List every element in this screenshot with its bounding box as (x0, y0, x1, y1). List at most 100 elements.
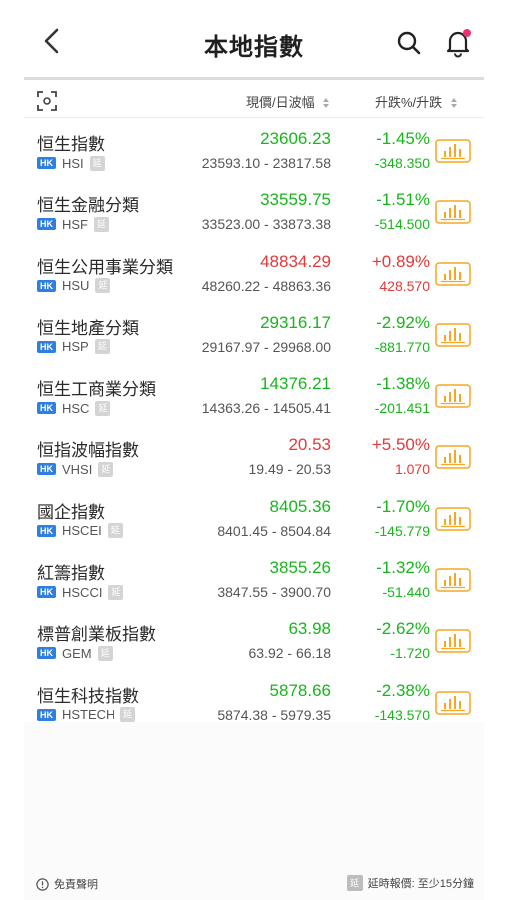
change-value: -201.451 (374, 400, 430, 417)
change-value: -145.779 (374, 522, 430, 539)
index-code-line: HK HSC 延 (37, 400, 111, 416)
bar-chart-icon[interactable] (435, 445, 471, 470)
bar-chart-icon[interactable] (435, 507, 471, 531)
market-badge: HK (37, 586, 56, 599)
index-name: 標普創業板指數 (37, 625, 156, 645)
sort-icon (450, 98, 457, 108)
index-row[interactable]: 國企指數 HK HSCEI 延 8405.36 8401.45 - 8504.8… (24, 490, 484, 551)
delay-badge: 延 (120, 707, 135, 723)
index-code: HSCEI (62, 523, 102, 539)
market-badge: HK (37, 463, 56, 476)
index-row[interactable]: 標普創業板指數 HK GEM 延 63.98 63.92 - 66.18 -2.… (24, 612, 484, 673)
index-row[interactable]: 恒生金融分類 HK HSF 延 33559.75 33523.00 - 3387… (24, 183, 484, 244)
change-value: 1.070 (394, 461, 430, 478)
index-code: HSI (62, 155, 84, 171)
day-range: 33523.00 - 33873.38 (201, 216, 331, 233)
index-code-line: HK HSU 延 (37, 278, 111, 294)
bar-chart-icon[interactable] (435, 323, 471, 347)
change-percent: -1.45% (376, 129, 430, 148)
day-range: 3847.55 - 3900.70 (217, 584, 331, 601)
index-list: 恒生指數 HK HSI 延 23606.23 23593.10 - 23817.… (24, 122, 484, 735)
bar-chart-icon[interactable] (435, 568, 471, 592)
change-percent: -2.62% (376, 619, 430, 639)
delay-badge: 延 (94, 216, 109, 232)
index-row[interactable]: 恒生指數 HK HSI 延 23606.23 23593.10 - 23817.… (24, 122, 484, 183)
index-code: HSTECH (62, 707, 114, 723)
current-price: 23606.23 (260, 129, 331, 148)
bar-chart-icon[interactable] (435, 200, 471, 225)
index-code-line: HK GEM 延 (37, 645, 113, 661)
bar-chart-icon[interactable] (435, 261, 471, 286)
current-price: 63.98 (288, 619, 331, 639)
market-badge: HK (37, 157, 56, 169)
sort-change-button[interactable]: 升跌%/升跌 (375, 92, 458, 111)
change-value: -51.440 (382, 584, 430, 601)
delay-badge: 延 (95, 400, 111, 416)
index-name: 恒生科技指數 (37, 686, 139, 706)
current-price: 3855.26 (269, 558, 331, 578)
column-header: 現價/日波幅 升跌%/升跌 (24, 82, 484, 118)
index-code-line: HK HSP 延 (37, 339, 110, 355)
market-badge: HK (37, 524, 56, 537)
market-badge: HK (37, 708, 56, 721)
bar-chart-icon[interactable] (435, 139, 471, 163)
day-range: 8401.45 - 8504.84 (217, 522, 331, 539)
market-badge: HK (37, 647, 56, 660)
app-screen: 本地指數 現價/日波幅 升跌%/升跌 恒生指數 HK HSI 延 23606.2… (24, 0, 484, 900)
change-value: -348.350 (374, 155, 430, 171)
index-code-line: HK HSCEI 延 (37, 523, 123, 539)
index-code: HSC (62, 400, 90, 416)
index-name: 恒指波幅指數 (37, 441, 139, 461)
change-percent: -1.70% (376, 496, 430, 516)
index-name: 恒生地產分類 (37, 318, 139, 338)
index-name: 恒生公用事業分類 (37, 257, 173, 277)
bell-icon[interactable] (444, 28, 472, 58)
scan-icon[interactable] (36, 90, 58, 112)
change-value: -1.720 (390, 645, 430, 662)
change-percent: -1.51% (376, 190, 430, 210)
index-row[interactable]: 恒生公用事業分類 HK HSU 延 48834.29 48260.22 - 48… (24, 245, 484, 306)
bar-chart-icon[interactable] (435, 690, 471, 715)
index-row[interactable]: 恒生工商業分類 HK HSC 延 14376.21 14363.26 - 145… (24, 367, 484, 428)
current-price: 5878.66 (269, 680, 331, 700)
bar-chart-icon[interactable] (435, 629, 471, 654)
day-range: 5874.38 - 5979.35 (217, 706, 331, 723)
index-name: 紅籌指數 (37, 564, 105, 584)
info-circle-icon (36, 877, 49, 891)
index-row[interactable]: 紅籌指數 HK HSCCI 延 3855.26 3847.55 - 3900.7… (24, 551, 484, 612)
delay-note-text: 延時報價: 至少15分鐘 (367, 878, 474, 890)
price-column-label: 現價/日波幅 (246, 95, 315, 110)
index-row[interactable]: 恒生地產分類 HK HSP 延 29316.17 29167.97 - 2996… (24, 306, 484, 367)
bar-chart-icon[interactable] (435, 384, 471, 408)
index-code: HSP (62, 339, 89, 355)
delay-badge: 延 (108, 584, 124, 600)
notification-dot (463, 29, 471, 37)
disclaimer-link[interactable]: 免責聲明 (36, 876, 98, 892)
index-code-line: HK HSI 延 (37, 155, 105, 171)
day-range: 29167.97 - 29968.00 (201, 338, 331, 355)
index-row[interactable]: 恒生科技指數 HK HSTECH 延 5878.66 5874.38 - 597… (24, 674, 484, 735)
change-percent: -1.38% (376, 374, 430, 394)
sort-icon (323, 98, 330, 108)
sort-price-button[interactable]: 現價/日波幅 (246, 92, 330, 111)
change-value: -143.570 (374, 706, 430, 723)
day-range: 14363.26 - 14505.41 (201, 400, 331, 417)
delay-badge: 延 (97, 645, 113, 661)
search-icon[interactable] (396, 30, 422, 56)
delay-badge: 延 (89, 155, 105, 171)
delay-badge: 延 (346, 875, 363, 891)
change-percent: -1.32% (376, 558, 430, 578)
delay-badge: 延 (94, 339, 110, 355)
change-percent: +5.50% (371, 435, 430, 455)
index-name: 恒生金融分類 (37, 196, 139, 216)
top-bar: 本地指數 (24, 0, 484, 80)
change-percent: -2.92% (376, 312, 430, 332)
index-code: HSU (62, 278, 90, 294)
current-price: 20.53 (288, 435, 331, 455)
delay-badge: 延 (98, 461, 114, 477)
current-price: 48834.29 (260, 251, 331, 271)
index-row[interactable]: 恒指波幅指數 HK VHSI 延 20.53 19.49 - 20.53 +5.… (24, 428, 484, 489)
change-value: 428.570 (379, 277, 430, 294)
index-code-line: HK HSF 延 (37, 216, 109, 232)
delay-badge: 延 (107, 523, 123, 539)
